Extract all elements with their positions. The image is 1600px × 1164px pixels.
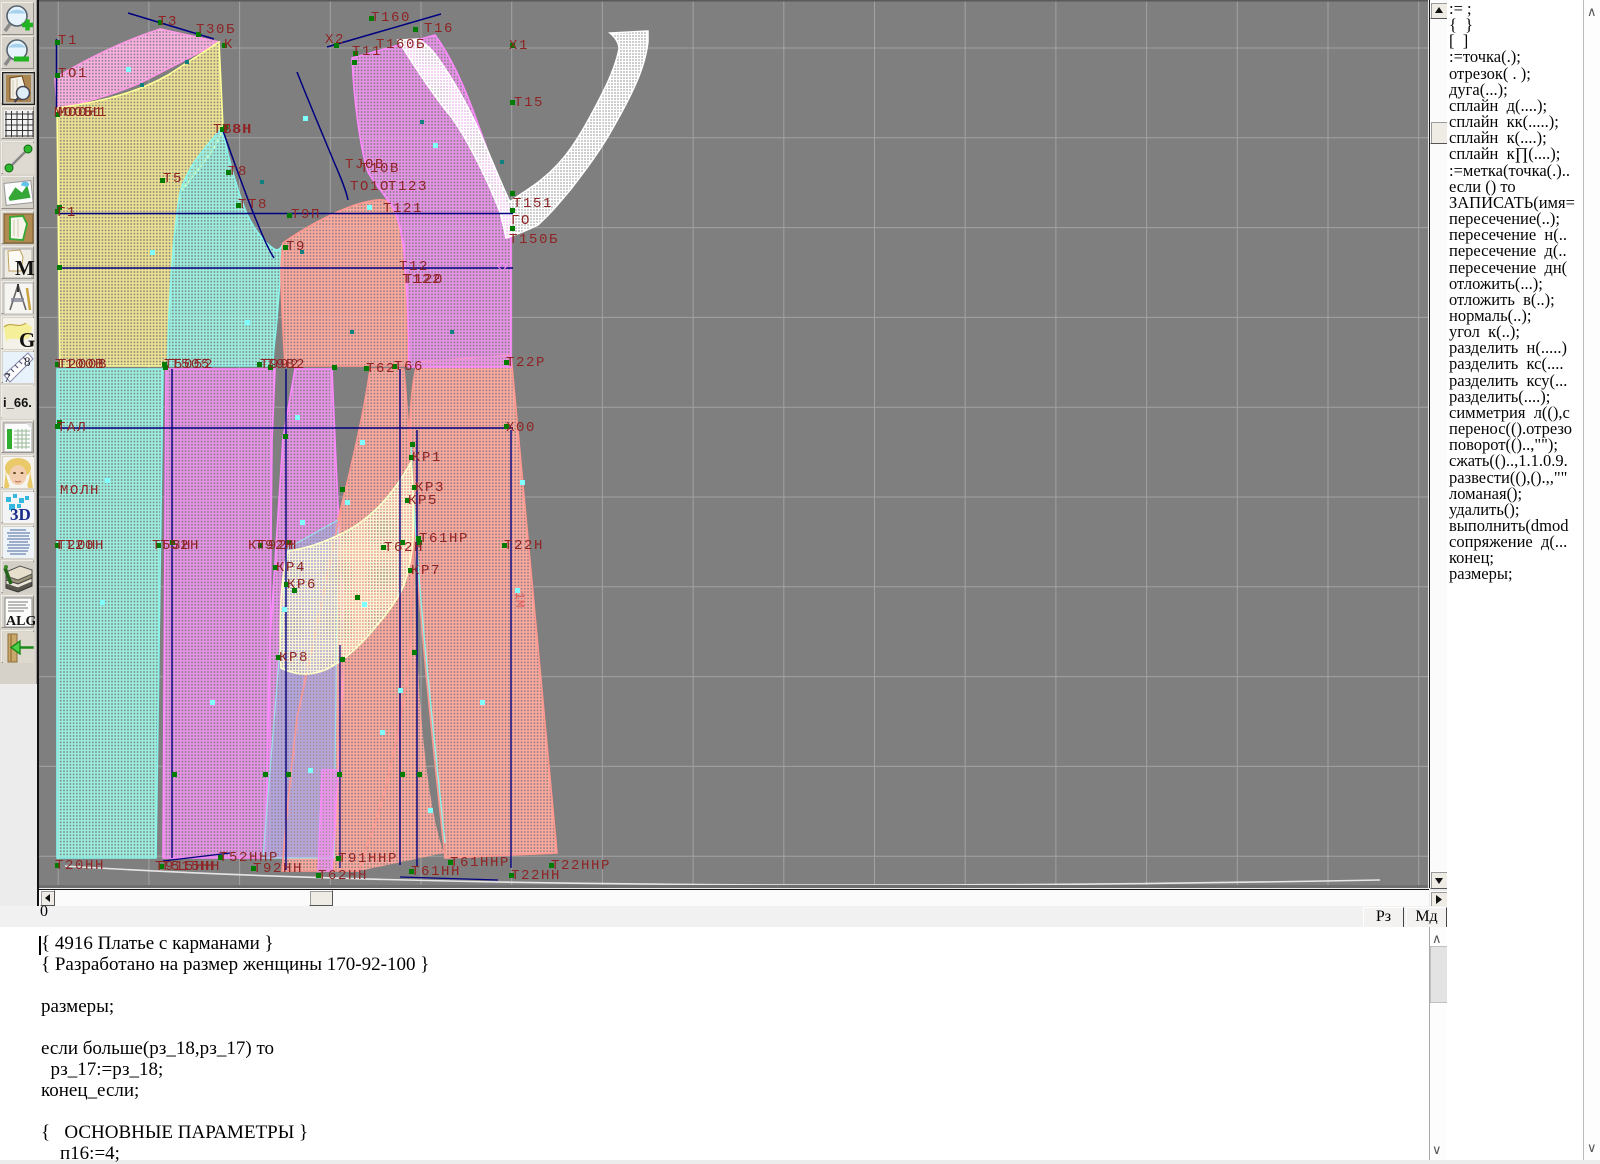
svg-text:Т22Н: Т22Н <box>504 538 544 554</box>
svg-text:Т505: Т505 <box>171 357 211 373</box>
svg-text:7: 7 <box>4 370 11 384</box>
svg-text:ГО: ГО <box>511 213 531 229</box>
svg-text:i_66.: i_66. <box>3 395 32 410</box>
svg-text:МОЛН: МОЛН <box>60 483 100 499</box>
svg-text:Т61ННР: Т61ННР <box>450 855 510 871</box>
svg-text:Т91ННР: Т91ННР <box>338 851 398 867</box>
svg-text:КР4: КР4 <box>276 560 306 576</box>
svg-text:Т121: Т121 <box>383 201 423 217</box>
svg-text:Т22Р: Т22Р <box>506 355 546 371</box>
svg-text:Т22ННР: Т22ННР <box>551 858 611 874</box>
svg-text:Т9: Т9 <box>286 239 306 255</box>
svg-text:Т15: Т15 <box>514 95 544 111</box>
svg-text:Т62Н: Т62Н <box>384 540 424 556</box>
svg-text:Т8: Т8 <box>228 164 248 180</box>
svg-text:Т8Н: Т8Н <box>222 122 252 138</box>
svg-text:Т3: Т3 <box>158 14 178 30</box>
svg-text:Т20НН: Т20НН <box>55 858 105 874</box>
svg-text:ТТ20Н: ТТ20Н <box>55 538 105 554</box>
svg-text:Т120: Т120 <box>404 272 444 288</box>
svg-text:Т9П: Т9П <box>291 207 321 223</box>
svg-text:К: К <box>224 37 234 53</box>
svg-text:Т151: Т151 <box>513 196 553 212</box>
svg-text:Т62: Т62 <box>366 361 396 377</box>
svg-text:Т66: Т66 <box>394 359 424 375</box>
svg-text:Х2: Х2 <box>325 32 345 48</box>
svg-text:Г1: Г1 <box>57 205 77 221</box>
svg-text:1М: 1М <box>512 592 527 608</box>
svg-text:КР8: КР8 <box>279 650 309 666</box>
svg-text:ТО1О: ТО1О <box>350 179 390 195</box>
svg-text:КР5: КР5 <box>408 493 438 509</box>
svg-text:КР1: КР1 <box>412 450 442 466</box>
svg-text:МООН1: МООН1 <box>58 105 108 121</box>
svg-text:Т5: Т5 <box>163 171 183 187</box>
svg-text:ALG: ALG <box>6 614 35 629</box>
svg-text:С: С <box>494 262 509 270</box>
svg-text:Т16: Т16 <box>424 21 454 37</box>
svg-text:ТТ8: ТТ8 <box>238 197 268 213</box>
svg-text:Т52Н: Т52Н <box>160 538 200 554</box>
svg-text:Х1: Х1 <box>509 38 529 54</box>
svg-text:Т30Б: Т30Б <box>196 22 236 38</box>
svg-text:ТАЛ: ТАЛ <box>57 420 87 436</box>
svg-text:3D: 3D <box>10 505 31 524</box>
svg-text:КР7: КР7 <box>411 563 441 579</box>
svg-text:Т123: Т123 <box>388 179 428 195</box>
svg-text:Т160: Т160 <box>371 10 411 26</box>
svg-text:Т200В: Т200В <box>58 357 108 373</box>
svg-text:Т515НН: Т515НН <box>161 859 221 875</box>
svg-text:G: G <box>19 328 35 350</box>
svg-text:Т62НН: Т62НН <box>318 868 368 884</box>
svg-text:Т9В2: Т9В2 <box>266 357 306 373</box>
svg-text:Т61НР: Т61НР <box>419 531 469 547</box>
svg-text:Т92НН: Т92НН <box>253 861 303 877</box>
svg-text:КР6: КР6 <box>287 577 317 593</box>
svg-text:M: M <box>15 256 35 280</box>
svg-text:Х00: Х00 <box>506 420 536 436</box>
svg-text:Т150Б: Т150Б <box>509 232 559 248</box>
svg-text:Т1: Т1 <box>58 33 78 49</box>
svg-text:Т10В: Т10В <box>360 161 400 177</box>
svg-text:Т160Б: Т160Б <box>376 37 426 53</box>
svg-text:ТО1: ТО1 <box>58 66 88 82</box>
svg-text:КТ92Н: КТ92Н <box>248 538 298 554</box>
svg-text:8: 8 <box>24 354 31 369</box>
